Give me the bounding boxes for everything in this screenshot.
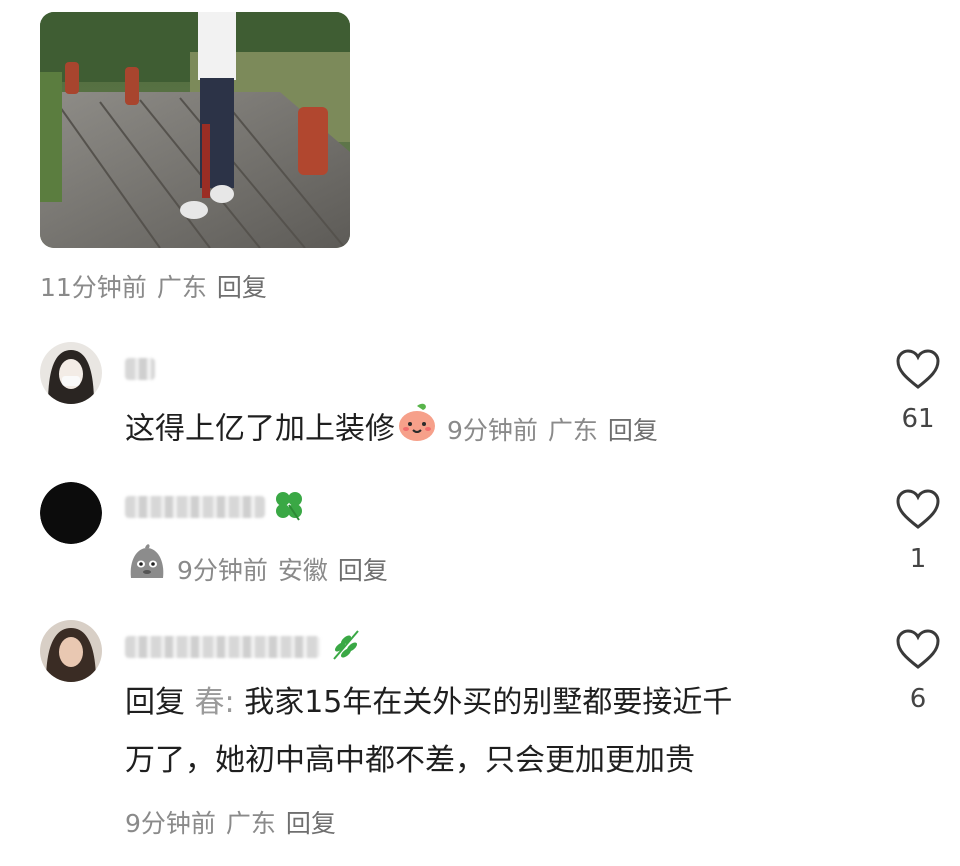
comment-meta: 9分钟前 广东 回复 (447, 416, 668, 445)
comment-time: 9分钟前 (447, 415, 538, 445)
comment-text-line2: 万了，她初中高中都不差，只会更加更加贵 (125, 743, 695, 778)
commenter-avatar[interactable] (40, 342, 102, 404)
comment-time: 9分钟前 (125, 809, 216, 838)
clover-emoji (271, 487, 307, 527)
reply-prefix: 回复 (125, 685, 185, 720)
post-meta: 11分钟前 广东 回复 (40, 268, 277, 304)
comment-reply-button[interactable]: 回复 (286, 809, 336, 838)
commenter-avatar[interactable] (40, 620, 102, 682)
comment-body: 9分钟前 安徽 回复 (125, 540, 398, 600)
peach-face-emoji (395, 400, 439, 460)
comment-location: 安徽 (277, 555, 328, 585)
commenter-name[interactable] (125, 630, 366, 664)
post-time: 11分钟前 (40, 273, 147, 302)
comment-location: 广东 (225, 809, 276, 838)
reply-target-name[interactable]: 春: (195, 685, 235, 720)
comment-meta: 9分钟前 广东 回复 (125, 804, 346, 840)
commenter-name[interactable] (125, 490, 307, 524)
commenter-name[interactable] (125, 352, 155, 386)
comment-body: 回复 春: 我家15年在关外买的别墅都要接近千 (125, 678, 732, 728)
comment-meta: 9分钟前 安徽 回复 (177, 556, 398, 585)
heart-outline-icon[interactable] (895, 628, 941, 670)
like-count: 61 (901, 404, 935, 434)
leaf-emoji (326, 625, 366, 669)
comment-text: 这得上亿了加上装修 (125, 411, 395, 447)
like-count: 1 (909, 544, 927, 574)
heart-outline-icon[interactable] (895, 488, 941, 530)
like-button[interactable]: 61 (888, 348, 948, 434)
comment-reply-button[interactable]: 回复 (338, 556, 388, 585)
comment-text-line1: 我家15年在关外买的别墅都要接近千 (244, 685, 733, 720)
like-button[interactable]: 1 (888, 488, 948, 574)
like-count: 6 (909, 684, 927, 714)
post-photo[interactable] (40, 12, 350, 248)
comment-reply-button[interactable]: 回复 (608, 416, 658, 445)
post-reply-button[interactable]: 回复 (217, 273, 267, 302)
comment-body: 这得上亿了加上装修 9分钟前 广东 回复 (125, 400, 668, 460)
comment-body-line2: 万了，她初中高中都不差，只会更加更加贵 (125, 736, 695, 786)
comment-time: 9分钟前 (177, 555, 268, 585)
commenter-avatar[interactable] (40, 482, 102, 544)
heart-outline-icon[interactable] (895, 348, 941, 390)
like-button[interactable]: 6 (888, 628, 948, 714)
comment-location: 广东 (547, 415, 598, 445)
pouting-blob-emoji (125, 540, 169, 600)
post-location: 广东 (156, 273, 207, 302)
